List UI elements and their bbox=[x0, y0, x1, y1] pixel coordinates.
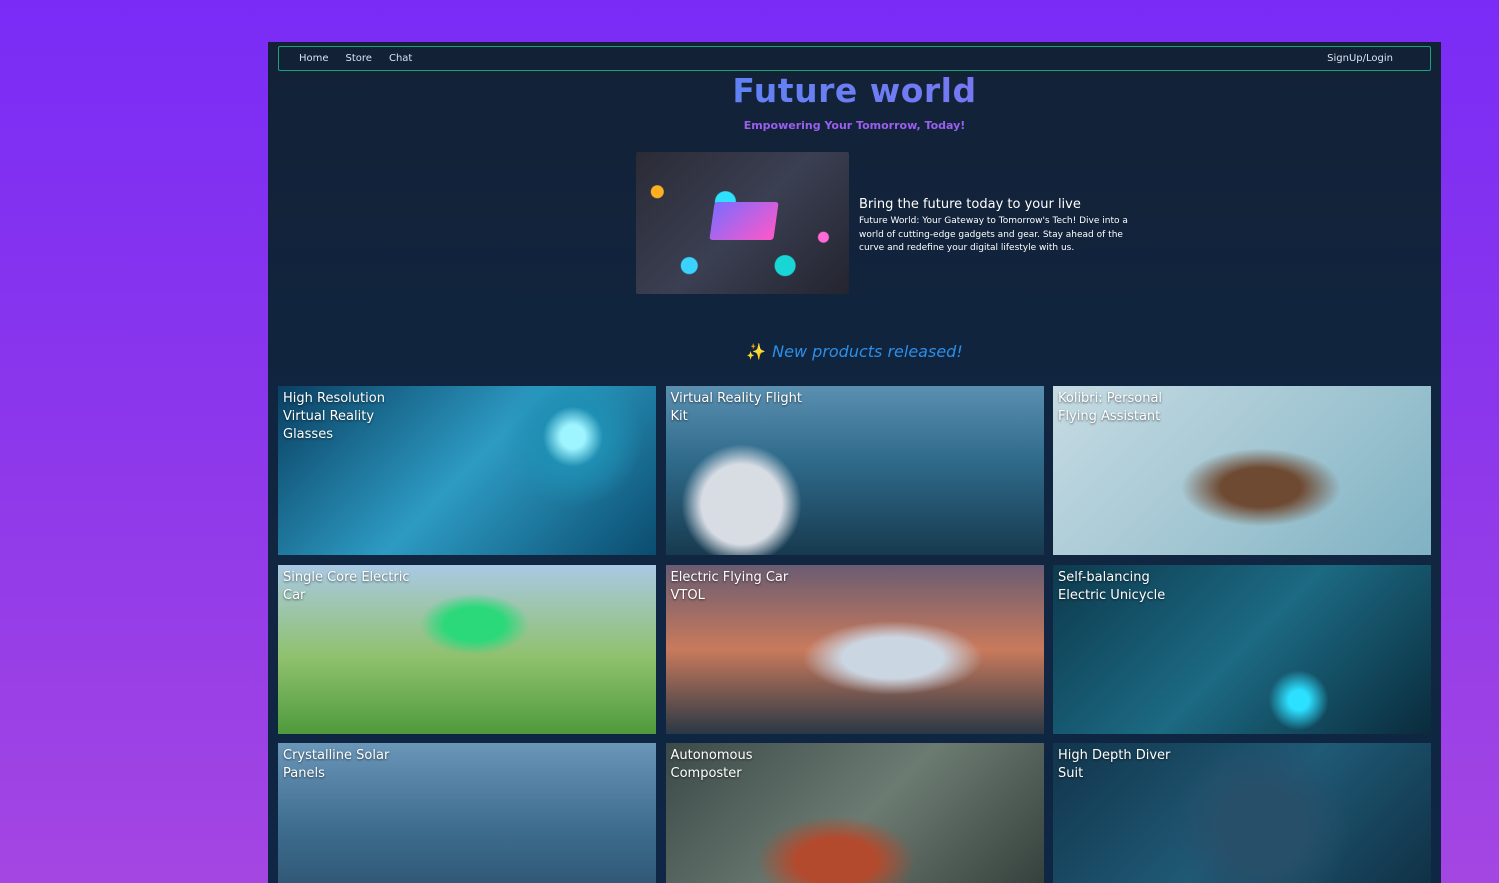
product-card[interactable]: Virtual Reality Flight Kit bbox=[665, 386, 1044, 555]
product-card[interactable]: Kolibri: Personal Flying Assistant bbox=[1053, 386, 1431, 555]
product-card[interactable]: High Depth Diver Suit bbox=[1053, 743, 1431, 883]
page-title: Future world bbox=[268, 71, 1441, 110]
product-card[interactable]: Crystalline Solar Panels bbox=[278, 743, 656, 883]
product-grid: High Resolution Virtual Reality Glasses … bbox=[278, 386, 1431, 883]
product-name: Self-balancing Electric Unicycle bbox=[1058, 569, 1166, 603]
product-card[interactable]: Autonomous Composter bbox=[665, 743, 1044, 883]
new-products-heading: ✨ New products released! bbox=[268, 342, 1441, 361]
hero-tablet-shape bbox=[709, 202, 779, 240]
product-name: Virtual Reality Flight Kit bbox=[670, 391, 802, 424]
hero-heading: Bring the future today to your live bbox=[859, 197, 1081, 212]
product-name: Autonomous Composter bbox=[670, 748, 753, 781]
product-name: Kolibri: Personal Flying Assistant bbox=[1058, 391, 1163, 424]
nav-home-link[interactable]: Home bbox=[299, 53, 329, 64]
product-name: Electric Flying Car VTOL bbox=[670, 569, 789, 603]
product-name: Crystalline Solar Panels bbox=[283, 748, 390, 781]
nav-chat-link[interactable]: Chat bbox=[389, 53, 412, 64]
signup-login-link[interactable]: SignUp/Login bbox=[1327, 53, 1410, 64]
product-card[interactable]: Single Core Electric Car bbox=[278, 564, 656, 734]
product-card[interactable]: Self-balancing Electric Unicycle bbox=[1053, 564, 1431, 734]
hero-gadgets-image bbox=[636, 152, 849, 294]
hero-text-block: Bring the future today to your live Futu… bbox=[859, 197, 1129, 256]
nav-store-link[interactable]: Store bbox=[346, 53, 372, 64]
sparkles-icon: ✨ bbox=[746, 342, 767, 361]
product-name: High Resolution Virtual Reality Glasses bbox=[283, 391, 385, 442]
nav-links: Home Store Chat bbox=[299, 53, 412, 64]
new-products-label: New products released! bbox=[772, 342, 963, 361]
product-name: Single Core Electric Car bbox=[283, 569, 410, 603]
app-window: Home Store Chat SignUp/Login Future worl… bbox=[268, 42, 1441, 883]
top-navbar: Home Store Chat SignUp/Login bbox=[278, 46, 1431, 71]
product-name: High Depth Diver Suit bbox=[1058, 748, 1171, 781]
product-card[interactable]: Electric Flying Car VTOL bbox=[665, 564, 1044, 734]
product-card[interactable]: High Resolution Virtual Reality Glasses bbox=[278, 386, 656, 555]
hero-description: Future World: Your Gateway to Tomorrow's… bbox=[859, 216, 1128, 253]
page-subtitle: Empowering Your Tomorrow, Today! bbox=[743, 119, 966, 132]
